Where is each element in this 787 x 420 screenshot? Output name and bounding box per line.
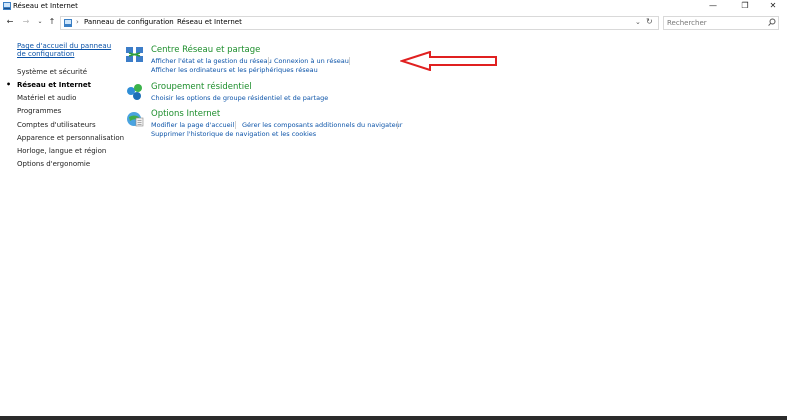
sidebar-item-clock-language-region[interactable]: Horloge, langue et région — [17, 147, 117, 155]
window-title: Réseau et Internet — [13, 2, 78, 10]
task-divider — [349, 57, 350, 65]
address-dropdown-icon[interactable]: ⌄ — [635, 18, 641, 26]
restore-button[interactable]: ❐ — [734, 0, 756, 13]
search-box[interactable] — [663, 16, 779, 30]
control-panel-icon — [64, 19, 72, 27]
sidebar-item-label: Réseau et Internet — [17, 81, 91, 89]
sidebar-item-programs[interactable]: Programmes — [17, 107, 117, 115]
forward-arrow-icon: → — [22, 17, 30, 26]
control-panel-icon — [3, 2, 11, 10]
title-bar: Réseau et Internet — ❐ ✕ — [0, 0, 787, 13]
refresh-icon[interactable]: ↻ — [646, 17, 653, 26]
sidebar-item-network-internet[interactable]: • Réseau et Internet — [6, 81, 117, 90]
close-icon: ✕ — [769, 1, 777, 10]
address-row: ← → ⌄ ↑ › Panneau de configuration › Rés… — [0, 13, 787, 32]
internet-options-title[interactable]: Options Internet — [151, 109, 220, 119]
taskbar-edge — [0, 416, 787, 420]
back-button[interactable]: ← — [5, 17, 15, 27]
sidebar-item-hardware-sound[interactable]: Matériel et audio — [17, 94, 117, 102]
current-page-bullet-icon: • — [6, 80, 12, 89]
task-connect-network[interactable]: Connexion à un réseau — [274, 57, 349, 65]
network-center-icon[interactable] — [125, 45, 145, 65]
sidebar-item-ease-of-access[interactable]: Options d'ergonomie — [17, 160, 117, 168]
task-divider — [397, 121, 398, 129]
close-button[interactable]: ✕ — [762, 0, 784, 13]
chevron-down-icon: ⌄ — [37, 18, 43, 25]
recent-locations-button[interactable]: ⌄ — [35, 17, 45, 27]
task-divider — [235, 121, 236, 129]
up-arrow-icon: ↑ — [48, 17, 56, 26]
sidebar-item-appearance[interactable]: Apparence et personnalisation — [17, 134, 124, 142]
task-homegroup-options[interactable]: Choisir les options de groupe résidentie… — [151, 94, 328, 102]
breadcrumb-control-panel[interactable]: Panneau de configuration — [84, 18, 174, 26]
address-bar[interactable]: › Panneau de configuration › Réseau et I… — [60, 16, 659, 30]
task-manage-addons[interactable]: Gérer les composants additionnels du nav… — [242, 121, 402, 129]
up-button[interactable]: ↑ — [47, 17, 57, 27]
breadcrumb-network-internet[interactable]: Réseau et Internet — [177, 18, 242, 26]
network-sharing-title[interactable]: Centre Réseau et partage — [151, 45, 260, 55]
internet-options-icon[interactable] — [125, 109, 145, 129]
task-divider — [268, 57, 269, 65]
homegroup-title[interactable]: Groupement résidentiel — [151, 82, 252, 92]
search-input[interactable] — [667, 18, 763, 27]
back-arrow-icon: ← — [6, 17, 14, 26]
sidebar-home-link[interactable]: Page d'accueil du panneau de configurati… — [17, 42, 117, 58]
search-icon[interactable] — [768, 18, 776, 27]
breadcrumb-separator-icon: › — [169, 18, 172, 26]
sidebar-item-user-accounts[interactable]: Comptes d'utilisateurs — [17, 121, 117, 129]
breadcrumb-separator-icon: › — [76, 18, 79, 26]
task-delete-browsing-history[interactable]: Supprimer l'historique de navigation et … — [151, 130, 316, 138]
annotation-arrow — [400, 51, 497, 71]
homegroup-icon[interactable] — [125, 82, 145, 102]
sidebar-item-system-security[interactable]: Système et sécurité — [17, 68, 117, 76]
minimize-icon: — — [709, 1, 717, 10]
task-view-network-status[interactable]: Afficher l'état et la gestion du réseau — [151, 57, 272, 65]
forward-button[interactable]: → — [21, 17, 31, 27]
task-change-home-page[interactable]: Modifier la page d'accueil — [151, 121, 234, 129]
restore-icon: ❐ — [741, 1, 749, 10]
minimize-button[interactable]: — — [702, 0, 724, 13]
task-view-network-computers[interactable]: Afficher les ordinateurs et les périphér… — [151, 66, 318, 74]
